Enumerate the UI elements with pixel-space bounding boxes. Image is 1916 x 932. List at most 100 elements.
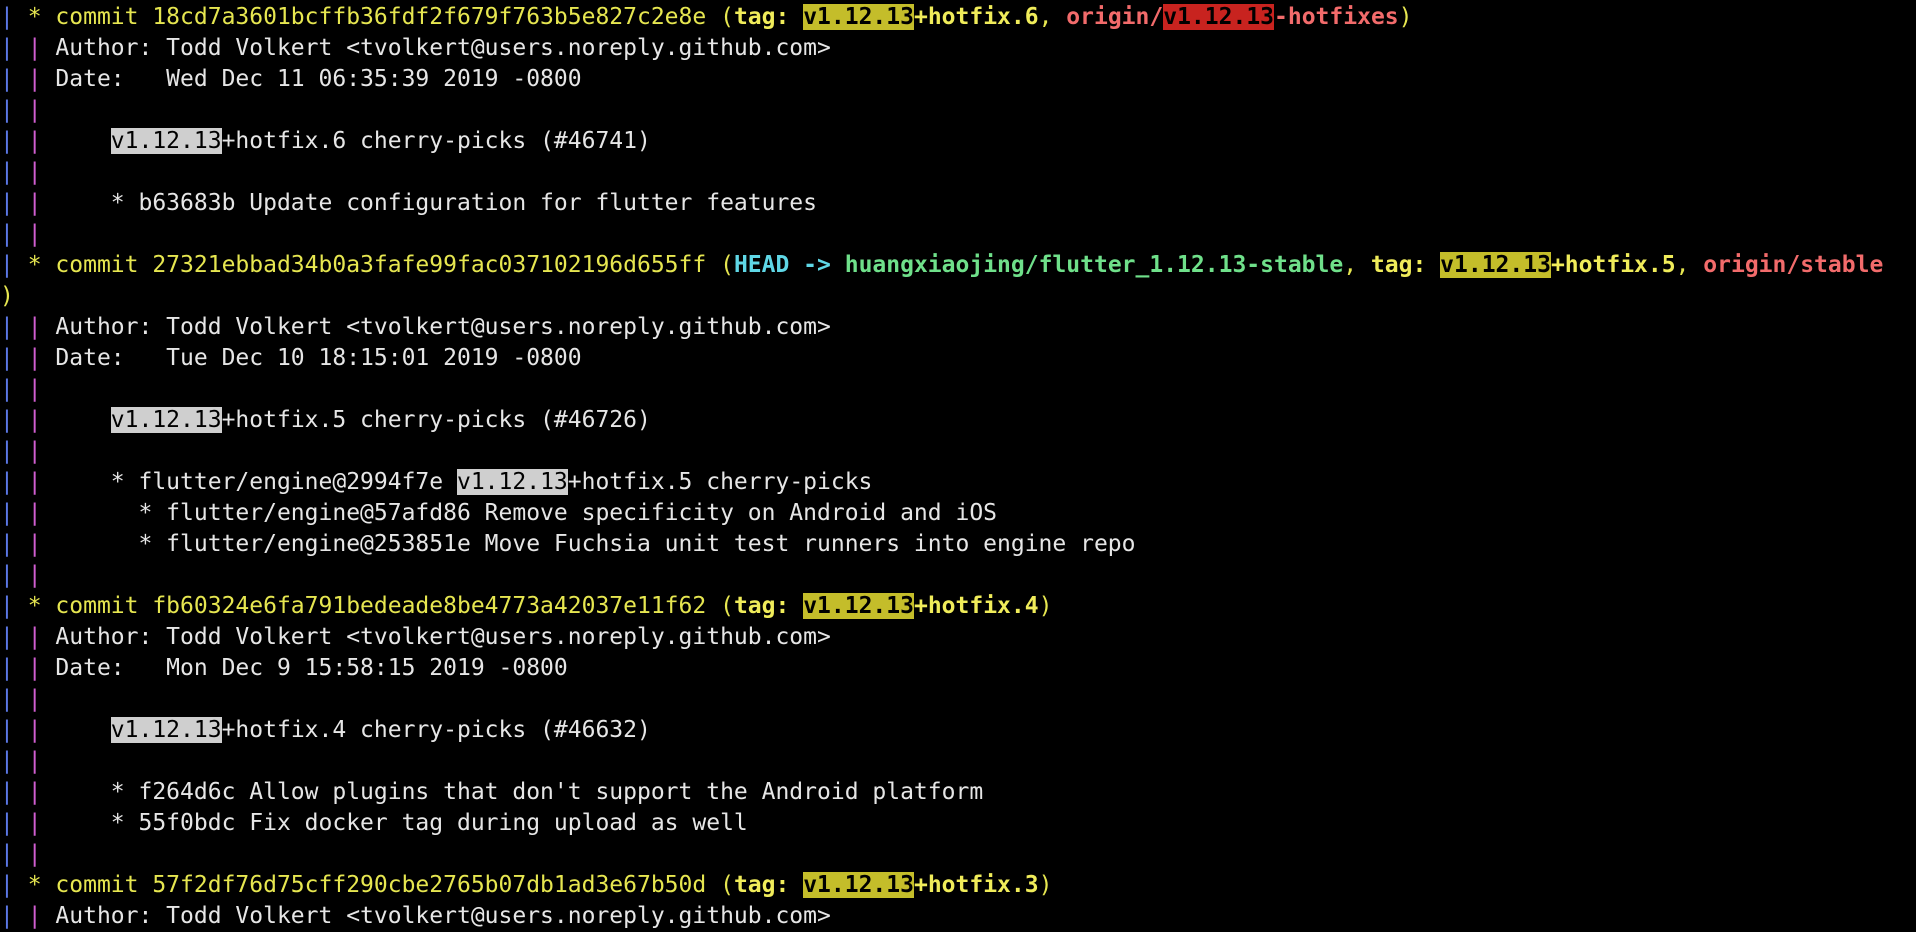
graph-edge: | — [0, 562, 28, 588]
graph-edge: | — [0, 128, 28, 154]
graph-edge: | — [27, 314, 56, 340]
text-segment: Date: Mon Dec 9 15:58:15 2019 -0800 — [55, 655, 568, 681]
graph-edge: | — [27, 35, 56, 61]
text-segment: , — [1675, 252, 1704, 278]
graph-edge: | — [27, 438, 42, 464]
graph-edge: | — [27, 407, 56, 433]
graph-edge: | — [0, 779, 28, 805]
text-segment: Author: Todd Volkert <tvolkert@users.nor… — [55, 35, 831, 61]
graph-edge: | — [27, 66, 56, 92]
author-line: | | Author: Todd Volkert <tvolkert@users… — [0, 312, 1916, 343]
graph-edge: | — [0, 190, 28, 216]
graph-edge: | — [0, 4, 28, 30]
text-segment: * 55f0bdc Fix docker tag during upload a… — [55, 810, 748, 836]
text-segment: * flutter/engine@253851e Move Fuchsia un… — [55, 531, 1136, 557]
commit-hash: commit 57f2df76d75cff290cbe2765b07db1ad3… — [55, 872, 707, 898]
graph-node: * — [27, 872, 56, 898]
graph-edge: | — [27, 748, 42, 774]
graph-spacer-line: | | — [0, 374, 1916, 405]
text-segment — [55, 717, 110, 743]
graph-node: * — [27, 593, 56, 619]
graph-spacer-line: | | — [0, 436, 1916, 467]
wrapped-line: ) — [0, 281, 1916, 312]
graph-edge: | — [27, 686, 42, 712]
text-segment — [55, 128, 110, 154]
commit-message-line: | | * f264d6c Allow plugins that don't s… — [0, 777, 1916, 808]
commit-hash: commit 27321ebbad34b0a3fafe99fac03710219… — [55, 252, 707, 278]
commit-message-line: | | v1.12.13+hotfix.5 cherry-picks (#467… — [0, 405, 1916, 436]
text-segment: huangxiaojing/flutter_1.12.13-stable — [844, 252, 1344, 278]
text-segment: -hotfixes — [1274, 4, 1399, 30]
text-segment: ( — [706, 872, 734, 898]
search-match-highlight: v1.12.13 — [456, 469, 568, 495]
text-segment: +hotfix.5 — [1550, 252, 1676, 278]
graph-spacer-line: | | — [0, 157, 1916, 188]
graph-spacer-line: | | — [0, 746, 1916, 777]
search-match-highlight: v1.12.13 — [110, 128, 222, 154]
graph-edge: | — [0, 903, 28, 929]
date-line: | | Date: Tue Dec 10 18:15:01 2019 -0800 — [0, 343, 1916, 374]
graph-spacer-line: | | — [0, 95, 1916, 126]
graph-edge: | — [0, 469, 28, 495]
text-segment: * b63683b Update configuration for flutt… — [55, 190, 818, 216]
graph-edge: | — [0, 407, 28, 433]
author-line: | | Author: Todd Volkert <tvolkert@users… — [0, 901, 1916, 932]
terminal-window[interactable]: | * commit 18cd7a3601bcffb36fdf2f679f763… — [0, 0, 1916, 932]
text-segment — [55, 407, 110, 433]
graph-edge: | — [0, 593, 28, 619]
text-segment: Author: Todd Volkert <tvolkert@users.nor… — [55, 314, 831, 340]
graph-edge: | — [0, 376, 28, 402]
graph-edge: | — [27, 500, 56, 526]
text-segment: tag: — [733, 872, 804, 898]
graph-edge: | — [0, 717, 28, 743]
graph-edge: | — [27, 903, 56, 929]
graph-edge: | — [27, 717, 56, 743]
text-segment: * f264d6c Allow plugins that don't suppo… — [55, 779, 984, 805]
commit-message-line: | | v1.12.13+hotfix.4 cherry-picks (#466… — [0, 715, 1916, 746]
author-line: | | Author: Todd Volkert <tvolkert@users… — [0, 33, 1916, 64]
text-segment: , — [1038, 4, 1067, 30]
commit-message-line: | | v1.12.13+hotfix.6 cherry-picks (#467… — [0, 126, 1916, 157]
head-ref: HEAD -> — [733, 252, 845, 278]
commit-message-line: | | * flutter/engine@2994f7e v1.12.13+ho… — [0, 467, 1916, 498]
text-segment: * flutter/engine@2994f7e — [55, 469, 457, 495]
graph-edge: | — [27, 159, 42, 185]
graph-edge: | — [0, 810, 28, 836]
graph-node: * — [27, 4, 56, 30]
text-segment: +hotfix.5 cherry-picks — [567, 469, 873, 495]
graph-edge: | — [27, 469, 56, 495]
text-segment: ( — [706, 252, 734, 278]
date-line: | | Date: Wed Dec 11 06:35:39 2019 -0800 — [0, 64, 1916, 95]
graph-edge: | — [0, 438, 28, 464]
graph-edge: | — [0, 66, 28, 92]
text-segment: tag: — [1370, 252, 1441, 278]
text-segment: ) — [1038, 593, 1053, 619]
text-segment: +hotfix.3 — [913, 872, 1039, 898]
graph-edge: | — [27, 376, 42, 402]
text-segment: ) — [1038, 872, 1053, 898]
date-line: | | Date: Mon Dec 9 15:58:15 2019 -0800 — [0, 653, 1916, 684]
tag-highlight: v1.12.13 — [803, 872, 914, 898]
tag-highlight: v1.12.13 — [1440, 252, 1551, 278]
graph-edge: | — [27, 221, 42, 247]
text-segment: Date: Wed Dec 11 06:35:39 2019 -0800 — [55, 66, 582, 92]
tag-highlight: v1.12.13 — [803, 4, 914, 30]
graph-edge: | — [27, 128, 56, 154]
graph-spacer-line: | | — [0, 684, 1916, 715]
graph-edge: | — [27, 562, 42, 588]
graph-edge: | — [0, 624, 28, 650]
text-segment: , — [1343, 252, 1371, 278]
graph-edge: | — [27, 655, 56, 681]
graph-edge: | — [0, 97, 28, 123]
graph-edge: | — [0, 35, 28, 61]
text-segment: +hotfix.6 — [913, 4, 1039, 30]
commit-message-line: | | * b63683b Update configuration for f… — [0, 188, 1916, 219]
branch-highlight: v1.12.13 — [1163, 4, 1275, 30]
text-segment: origin/ — [1066, 4, 1164, 30]
commit-line: | * commit fb60324e6fa791bedeade8be4773a… — [0, 591, 1916, 622]
commit-hash: commit 18cd7a3601bcffb36fdf2f679f763b5e8… — [55, 4, 707, 30]
commit-line: | * commit 18cd7a3601bcffb36fdf2f679f763… — [0, 2, 1916, 33]
graph-edge: | — [0, 159, 28, 185]
text-segment: tag: — [733, 4, 804, 30]
search-match-highlight: v1.12.13 — [110, 717, 222, 743]
